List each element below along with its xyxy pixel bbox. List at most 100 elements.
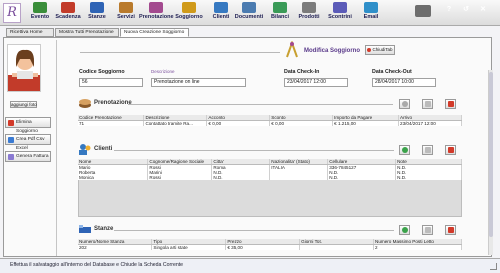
rooms-add-button[interactable] <box>399 225 410 235</box>
rooms-edit-button[interactable] <box>422 225 433 235</box>
main-toolbar: R Evento Scadenza Stanze Servizi Prenotazion… <box>0 0 500 26</box>
export-pdf-csv-excel-button[interactable]: Crea Pdf Csv Excel <box>5 134 51 151</box>
clients-table: Nome Cognome/Ragione Sociale Citta' Naziona… <box>78 159 462 180</box>
add-photo-button[interactable]: aggiungi foto <box>10 101 37 108</box>
delete-stay-button[interactable]: Elimina Soggiorno <box>5 117 51 134</box>
table-cell: 2 <box>373 244 462 250</box>
toolbar-email-button[interactable]: Email <box>358 1 384 25</box>
remove-icon <box>448 101 454 107</box>
table-row[interactable]: 202 Singola arti state € 35,00 2 <box>78 244 462 250</box>
toolbar-prodotti-button[interactable]: Prodotti <box>296 1 322 25</box>
booking-icon <box>79 99 91 108</box>
clients-icon <box>79 144 91 155</box>
scrollbar-thumb[interactable] <box>489 72 493 237</box>
generate-invoice-button[interactable]: Genera Fattura <box>5 151 51 162</box>
header-rule <box>80 52 280 53</box>
checkout-label: Data Check-Out <box>372 69 412 75</box>
checkin-label: Data Check-In <box>284 69 320 75</box>
printer-button[interactable] <box>411 1 435 25</box>
status-text: Effettua il salvataggio all'interno del … <box>10 262 184 268</box>
document-icon <box>8 137 14 143</box>
clients-rule <box>114 150 394 151</box>
close-app-button[interactable]: ✕ <box>478 5 488 15</box>
toolbar-prenotazione-button[interactable]: Prenotazione <box>139 1 174 25</box>
toolbar-scontrini-button[interactable]: Scontrini <box>327 1 353 25</box>
toolbar-servizi-button[interactable]: Servizi <box>113 1 139 25</box>
code-field[interactable]: 56 <box>79 78 143 87</box>
rooms-rule <box>114 230 394 231</box>
description-field[interactable]: Prenotazione on line <box>151 78 246 87</box>
toolbar-label: Scontrini <box>328 14 352 20</box>
table-cell: € 0,00 <box>206 120 271 126</box>
booking-add-button[interactable] <box>399 99 410 109</box>
remove-icon <box>448 227 454 233</box>
tab-mostra-prenotazione[interactable]: Mostra Tutti Prenotazione <box>55 28 119 37</box>
checkout-field[interactable]: 28/04/2017 10:00 <box>372 78 436 87</box>
toolbar-stanze-button[interactable]: Stanze <box>84 1 110 25</box>
resize-grip[interactable] <box>490 263 497 270</box>
servizi-icon <box>119 2 133 13</box>
refresh-button[interactable]: ↺ <box>461 5 471 15</box>
table-cell: Singola arti state <box>151 244 227 250</box>
table-cell <box>299 244 375 250</box>
circle-icon <box>402 101 408 107</box>
table-cell: Contattato tramite Ra... <box>143 120 208 126</box>
booking-section-title: Prenotazione <box>94 100 132 106</box>
bilanci-icon <box>273 2 287 13</box>
printer-icon <box>415 5 431 17</box>
table-row[interactable]: 71 Contattato tramite Ra... € 0,00 € 0,00 € … <box>78 120 462 126</box>
prenotazione-icon <box>149 2 163 13</box>
table-cell: N.D. <box>211 175 271 180</box>
toolbar-scadenza-button[interactable]: Scadenza <box>55 1 81 25</box>
toolbar-label: Soggiorno <box>175 14 203 20</box>
clients-edit-button[interactable] <box>422 145 433 155</box>
rooms-table: Numero/Nome Stanza Tipo Prezzo Giorni Tot. N… <box>78 239 462 250</box>
tab-ricettiva-home[interactable]: Ricettiva Home <box>6 28 54 37</box>
vertical-scrollbar[interactable] <box>488 70 493 255</box>
guest-photo <box>7 44 41 92</box>
checkin-field[interactable]: 23/04/2017 12:00 <box>284 78 348 87</box>
prodotti-icon <box>302 2 316 13</box>
toolbar-clienti-button[interactable]: Clienti <box>208 1 234 25</box>
clients-add-button[interactable] <box>399 145 410 155</box>
stanze-icon <box>90 2 104 13</box>
toolbar-label: Documenti <box>234 14 264 20</box>
close-tab-button[interactable]: ChiudiTab <box>365 45 395 55</box>
booking-remove-button[interactable] <box>445 99 456 109</box>
booking-table: Codice Prenotazione Descrizione Acconto Sco… <box>78 115 462 126</box>
clienti-icon <box>214 2 228 13</box>
table-cell: N.D. <box>395 175 462 180</box>
toolbar-bilanci-button[interactable]: Bilanci <box>267 1 293 25</box>
description-label: Descrizione <box>151 69 175 74</box>
rooms-section-title: Stanze <box>94 226 114 232</box>
booking-rule <box>128 104 393 105</box>
table-cell: € 0,00 <box>269 120 334 126</box>
email-icon <box>364 2 378 13</box>
table-cell: Monica <box>78 175 149 180</box>
toolbar-label: Prenotazione <box>139 14 174 20</box>
toolbar-label: Email <box>363 14 379 20</box>
help-button[interactable]: ? <box>444 5 454 15</box>
invoice-icon <box>8 154 14 160</box>
booking-edit-button[interactable] <box>422 99 433 109</box>
delete-icon <box>8 120 14 126</box>
rooms-icon <box>79 225 91 233</box>
table-cell: Rossi <box>147 175 213 180</box>
close-icon <box>367 47 372 52</box>
table-cell: € 1.215,00 <box>332 120 400 126</box>
page-title: Modifica Soggiorno <box>304 48 360 54</box>
toolbar-label: Servizi <box>117 14 135 20</box>
column-header[interactable]: Cognome/Ragione Sociale <box>147 159 213 165</box>
toolbar-soggiorno-button[interactable]: Soggiorno <box>175 1 203 25</box>
toolbar-documenti-button[interactable]: Documenti <box>235 1 263 25</box>
rooms-remove-button[interactable] <box>445 225 456 235</box>
table-row[interactable]: Monica Rossi N.D. N.D. N.D. <box>78 175 462 180</box>
evento-icon <box>33 2 47 13</box>
toolbar-evento-button[interactable]: Evento <box>27 1 53 25</box>
edit-icon <box>425 147 431 153</box>
sidebar-divider <box>56 40 57 256</box>
table-cell: 23/04/2017 12:00 <box>398 120 462 126</box>
clients-remove-button[interactable] <box>445 145 456 155</box>
toolbar-label: Prodotti <box>298 14 320 20</box>
tab-nuova-soggiorno[interactable]: Nuova Creazione Soggiorno <box>120 28 189 37</box>
